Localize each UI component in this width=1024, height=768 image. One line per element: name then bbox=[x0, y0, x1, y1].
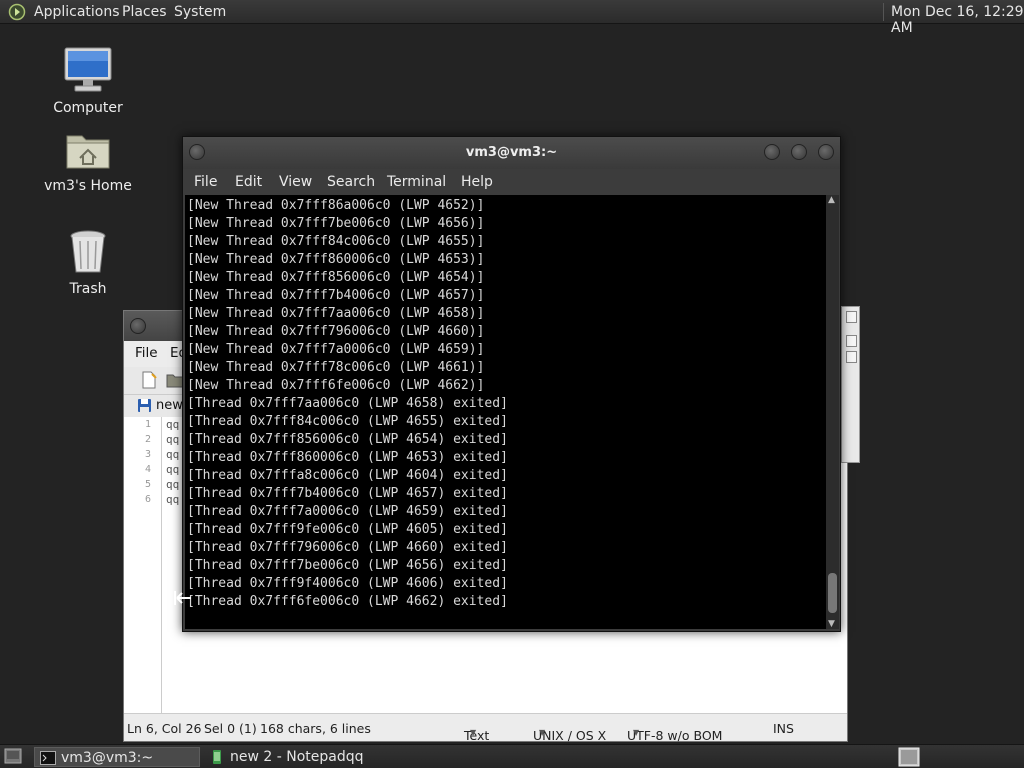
insert-mode-indicator[interactable]: INS bbox=[773, 721, 794, 736]
scroll-down-icon[interactable]: ▼ bbox=[828, 619, 835, 629]
bottom-panel: vm3@vm3:~ new 2 - Notepadqq bbox=[0, 744, 1024, 768]
show-desktop-icon[interactable] bbox=[4, 748, 22, 764]
desktop-icon-label: Trash bbox=[69, 281, 107, 297]
terminal-line: [New Thread 0x7fff7aa006c0 (LWP 4658)] bbox=[187, 306, 485, 321]
terminal-line: [Thread 0x7fffa8c006c0 (LWP 4604) exited… bbox=[187, 468, 508, 483]
chevron-down-icon: ▼ bbox=[633, 728, 640, 737]
places-menu[interactable]: Places bbox=[122, 4, 167, 20]
terminal-line: [Thread 0x7fff9fe006c0 (LWP 4605) exited… bbox=[187, 522, 508, 537]
terminal-line: [New Thread 0x7fff6fe006c0 (LWP 4662)] bbox=[187, 378, 485, 393]
desktop-icon-home[interactable]: vm3's Home bbox=[33, 128, 143, 194]
language-label: Text bbox=[464, 728, 490, 743]
line-number: 2 bbox=[144, 434, 151, 445]
notepadqq-icon bbox=[213, 750, 221, 764]
line-number: 3 bbox=[144, 449, 151, 460]
taskbar-item-label: new 2 - Notepadqq bbox=[230, 749, 364, 765]
terminal-menu-search[interactable]: Search bbox=[327, 174, 375, 190]
desktop-icon-computer[interactable]: Computer bbox=[33, 46, 143, 116]
workspace-switcher-icon[interactable] bbox=[898, 747, 920, 767]
line-number: 1 bbox=[144, 419, 151, 430]
line-number: 4 bbox=[144, 464, 151, 475]
taskbar-item-label: vm3@vm3:~ bbox=[61, 750, 154, 766]
terminal-titlebar[interactable]: vm3@vm3:~ bbox=[183, 137, 840, 169]
new-document-icon[interactable] bbox=[140, 371, 158, 389]
applications-logo-icon[interactable] bbox=[8, 3, 26, 21]
terminal-line: [New Thread 0x7fff7a0006c0 (LWP 4659)] bbox=[187, 342, 485, 357]
maximize-button[interactable] bbox=[791, 144, 807, 160]
terminal-menu-file[interactable]: File bbox=[194, 174, 217, 190]
system-menu[interactable]: System bbox=[174, 4, 226, 20]
notepadqq-close-button[interactable] bbox=[130, 318, 146, 334]
terminal-scrollbar[interactable]: ▲ ▼ bbox=[826, 195, 839, 629]
terminal-icon bbox=[40, 751, 56, 765]
terminal-menu-edit[interactable]: Edit bbox=[235, 174, 262, 190]
terminal-line: [New Thread 0x7fff86a006c0 (LWP 4652)] bbox=[187, 198, 485, 213]
terminal-line: [Thread 0x7fff6fe006c0 (LWP 4662) exited… bbox=[187, 594, 508, 609]
editor-line: qq bbox=[166, 418, 180, 431]
chevron-down-icon: ▼ bbox=[539, 728, 546, 737]
terminal-line: [New Thread 0x7fff84c006c0 (LWP 4655)] bbox=[187, 234, 485, 249]
terminal-menu-help[interactable]: Help bbox=[461, 174, 493, 190]
computer-icon bbox=[64, 47, 112, 92]
background-window-edge bbox=[841, 306, 860, 463]
window-menu-button[interactable] bbox=[189, 144, 205, 160]
terminal-line: [Thread 0x7fff7a0006c0 (LWP 4659) exited… bbox=[187, 504, 508, 519]
terminal-menu-terminal[interactable]: Terminal bbox=[387, 174, 446, 190]
clock[interactable]: Mon Dec 16, 12:29 AM bbox=[891, 4, 1024, 36]
terminal-title: vm3@vm3:~ bbox=[465, 145, 558, 160]
editor-line: qq bbox=[166, 478, 180, 491]
notepadqq-menu-file[interactable]: File bbox=[135, 345, 158, 361]
cursor-position: Ln 6, Col 26 bbox=[127, 721, 202, 736]
terminal-line: [New Thread 0x7fff860006c0 (LWP 4653)] bbox=[187, 252, 485, 267]
terminal-line: [Thread 0x7fff7aa006c0 (LWP 4658) exited… bbox=[187, 396, 508, 411]
line-number: 6 bbox=[144, 494, 151, 505]
desktop-icon-trash[interactable]: Trash bbox=[33, 229, 143, 297]
close-button[interactable] bbox=[818, 144, 834, 160]
notepadqq-statusbar: Ln 6, Col 26 Sel 0 (1) 168 chars, 6 line… bbox=[124, 713, 847, 743]
terminal-window: vm3@vm3:~ File Edit View Search Terminal… bbox=[182, 136, 841, 632]
terminal-line: [New Thread 0x7fff796006c0 (LWP 4660)] bbox=[187, 324, 485, 339]
terminal-line: [New Thread 0x7fff78c006c0 (LWP 4661)] bbox=[187, 360, 485, 375]
line-number-gutter: 1 2 3 4 5 6 bbox=[124, 417, 162, 713]
taskbar-item-notepadqq[interactable]: new 2 - Notepadqq bbox=[204, 747, 404, 767]
desktop-icon-label: vm3's Home bbox=[44, 178, 132, 194]
scroll-up-icon[interactable]: ▲ bbox=[828, 195, 835, 205]
terminal-menu-view[interactable]: View bbox=[279, 174, 312, 190]
scrollbar-thumb[interactable] bbox=[828, 573, 837, 613]
document-counts: 168 chars, 6 lines bbox=[260, 721, 371, 736]
terminal-line: [New Thread 0x7fff7be006c0 (LWP 4656)] bbox=[187, 216, 485, 231]
editor-line: qq bbox=[166, 448, 180, 461]
editor-line: qq bbox=[166, 433, 180, 446]
minimize-button[interactable] bbox=[764, 144, 780, 160]
taskbar-item-terminal[interactable]: vm3@vm3:~ bbox=[34, 747, 200, 767]
terminal-line: [Thread 0x7fff860006c0 (LWP 4653) exited… bbox=[187, 450, 508, 465]
terminal-line: [Thread 0x7fff7be006c0 (LWP 4656) exited… bbox=[187, 558, 508, 573]
terminal-line: [New Thread 0x7fff7b4006c0 (LWP 4657)] bbox=[187, 288, 485, 303]
editor-line: qq bbox=[166, 493, 180, 506]
desktop-icon-label: Computer bbox=[53, 100, 123, 116]
line-number: 5 bbox=[144, 479, 151, 490]
terminal-line: [Thread 0x7fff7b4006c0 (LWP 4657) exited… bbox=[187, 486, 508, 501]
terminal-output[interactable]: [New Thread 0x7fff86a006c0 (LWP 4652)] [… bbox=[185, 195, 826, 629]
chevron-down-icon: ▼ bbox=[470, 728, 477, 737]
terminal-line: [Thread 0x7fff796006c0 (LWP 4660) exited… bbox=[187, 540, 508, 555]
terminal-line: [Thread 0x7fff9f4006c0 (LWP 4606) exited… bbox=[187, 576, 508, 591]
notepadqq-tab-label[interactable]: new bbox=[156, 398, 183, 413]
panel-separator bbox=[883, 3, 884, 21]
terminal-line: [Thread 0x7fff84c006c0 (LWP 4655) exited… bbox=[187, 414, 508, 429]
editor-line: qq bbox=[166, 463, 180, 476]
encoding-label: UTF-8 w/o BOM bbox=[627, 728, 723, 743]
top-panel: Applications Places System Mon Dec 16, 1… bbox=[0, 0, 1024, 36]
trash-icon bbox=[70, 230, 106, 273]
resize-cursor-icon bbox=[174, 591, 191, 605]
save-icon bbox=[138, 399, 151, 412]
applications-menu[interactable]: Applications bbox=[34, 4, 120, 20]
selection-info: Sel 0 (1) bbox=[204, 721, 257, 736]
terminal-line: [Thread 0x7fff856006c0 (LWP 4654) exited… bbox=[187, 432, 508, 447]
home-folder-icon bbox=[66, 135, 110, 169]
terminal-menubar: File Edit View Search Terminal Help bbox=[183, 169, 840, 195]
terminal-line: [New Thread 0x7fff856006c0 (LWP 4654)] bbox=[187, 270, 485, 285]
